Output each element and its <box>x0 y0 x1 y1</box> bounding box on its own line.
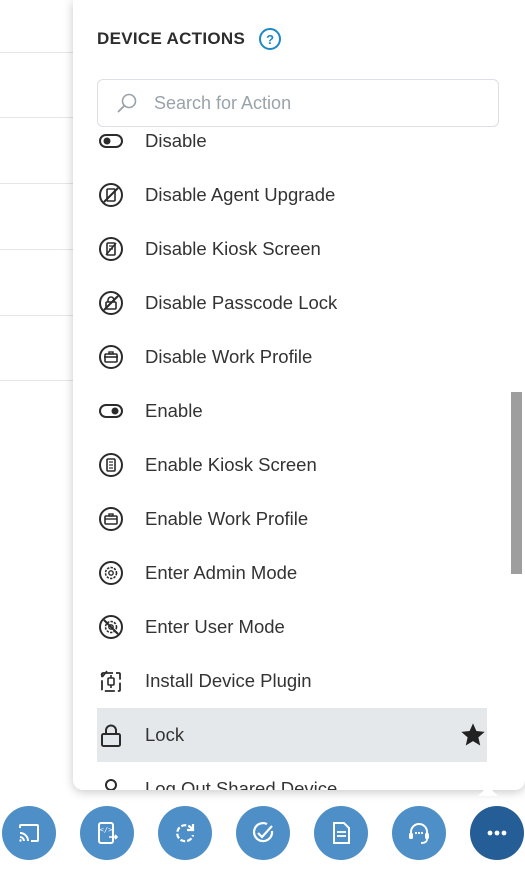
action-label: Disable Agent Upgrade <box>145 184 336 205</box>
scrollbar-thumb[interactable] <box>511 392 522 574</box>
cast-button[interactable] <box>2 806 56 860</box>
passcode-disabled-icon <box>97 289 125 317</box>
action-item[interactable]: Enable <box>97 384 487 438</box>
action-label: Disable Work Profile <box>145 346 313 367</box>
list-divider <box>0 183 75 184</box>
action-label: Enable Work Profile <box>145 508 309 529</box>
action-label: Lock <box>145 724 185 745</box>
action-item[interactable]: Log Out Shared Device <box>97 762 487 790</box>
action-label: Enter Admin Mode <box>145 562 298 583</box>
action-label: Disable <box>145 134 207 151</box>
action-item[interactable]: Lock <box>97 708 487 762</box>
list-divider <box>0 380 75 381</box>
document-icon <box>328 820 354 846</box>
action-item[interactable]: Enable Kiosk Screen <box>97 438 487 492</box>
action-list: Disable Disable Agent Upgrade Disable Kios… <box>73 134 513 790</box>
gear-icon <box>97 559 125 587</box>
bottom-toolbar: </> <box>0 806 525 866</box>
action-label: Disable Passcode Lock <box>145 292 338 313</box>
svg-text:</>: </> <box>100 826 113 834</box>
background-list <box>0 0 75 400</box>
action-label: Disable Kiosk Screen <box>145 238 321 259</box>
device-actions-panel: DEVICE ACTIONS ? Disable Disable Agent Up… <box>73 0 525 790</box>
list-divider <box>0 249 75 250</box>
remote-script-button[interactable]: </> <box>80 806 134 860</box>
action-label: Enable <box>145 400 203 421</box>
search-box[interactable] <box>97 79 499 127</box>
lock-icon <box>97 721 125 749</box>
search-input[interactable] <box>152 91 476 115</box>
panel-title: DEVICE ACTIONS <box>97 29 246 48</box>
action-item[interactable]: Enable Work Profile <box>97 492 487 546</box>
action-item[interactable]: Enter User Mode <box>97 600 487 654</box>
action-item[interactable]: Disable Kiosk Screen <box>97 222 487 276</box>
compliance-button[interactable] <box>236 806 290 860</box>
more-actions-button[interactable] <box>470 806 524 860</box>
document-button[interactable] <box>314 806 368 860</box>
kiosk-icon <box>97 451 125 479</box>
toggle-on-icon <box>97 397 125 425</box>
agent-upgrade-disabled-icon <box>97 181 125 209</box>
action-label: Install Device Plugin <box>145 670 312 691</box>
action-label: Log Out Shared Device <box>145 778 338 790</box>
list-divider <box>0 52 75 53</box>
panel-header: DEVICE ACTIONS ? <box>97 28 282 50</box>
action-item[interactable]: Disable Agent Upgrade <box>97 168 487 222</box>
kiosk-disabled-icon <box>97 235 125 263</box>
gear-disabled-icon <box>97 613 125 641</box>
list-divider <box>0 117 75 118</box>
user-icon <box>97 775 125 790</box>
action-label: Enable Kiosk Screen <box>145 454 317 475</box>
sync-button[interactable] <box>158 806 212 860</box>
toggle-off-icon <box>97 134 125 155</box>
plugin-install-icon <box>97 667 125 695</box>
action-item[interactable]: Disable <box>97 134 487 168</box>
work-profile-disabled-icon <box>97 343 125 371</box>
action-item[interactable]: Install Device Plugin <box>97 654 487 708</box>
cast-icon <box>16 820 42 846</box>
check-circle-icon <box>250 820 276 846</box>
action-label: Enter User Mode <box>145 616 285 637</box>
support-button[interactable] <box>392 806 446 860</box>
search-icon <box>116 92 152 114</box>
headset-icon <box>406 820 432 846</box>
panel-caret <box>478 786 498 796</box>
favorite-star-icon[interactable] <box>459 721 487 749</box>
refresh-icon <box>172 820 198 846</box>
action-item[interactable]: Disable Work Profile <box>97 330 487 384</box>
help-icon[interactable]: ? <box>259 28 282 50</box>
script-transfer-icon: </> <box>94 820 120 846</box>
action-item[interactable]: Enter Admin Mode <box>97 546 487 600</box>
more-icon <box>484 820 510 846</box>
briefcase-icon <box>97 505 125 533</box>
list-divider <box>0 315 75 316</box>
action-item[interactable]: Disable Passcode Lock <box>97 276 487 330</box>
